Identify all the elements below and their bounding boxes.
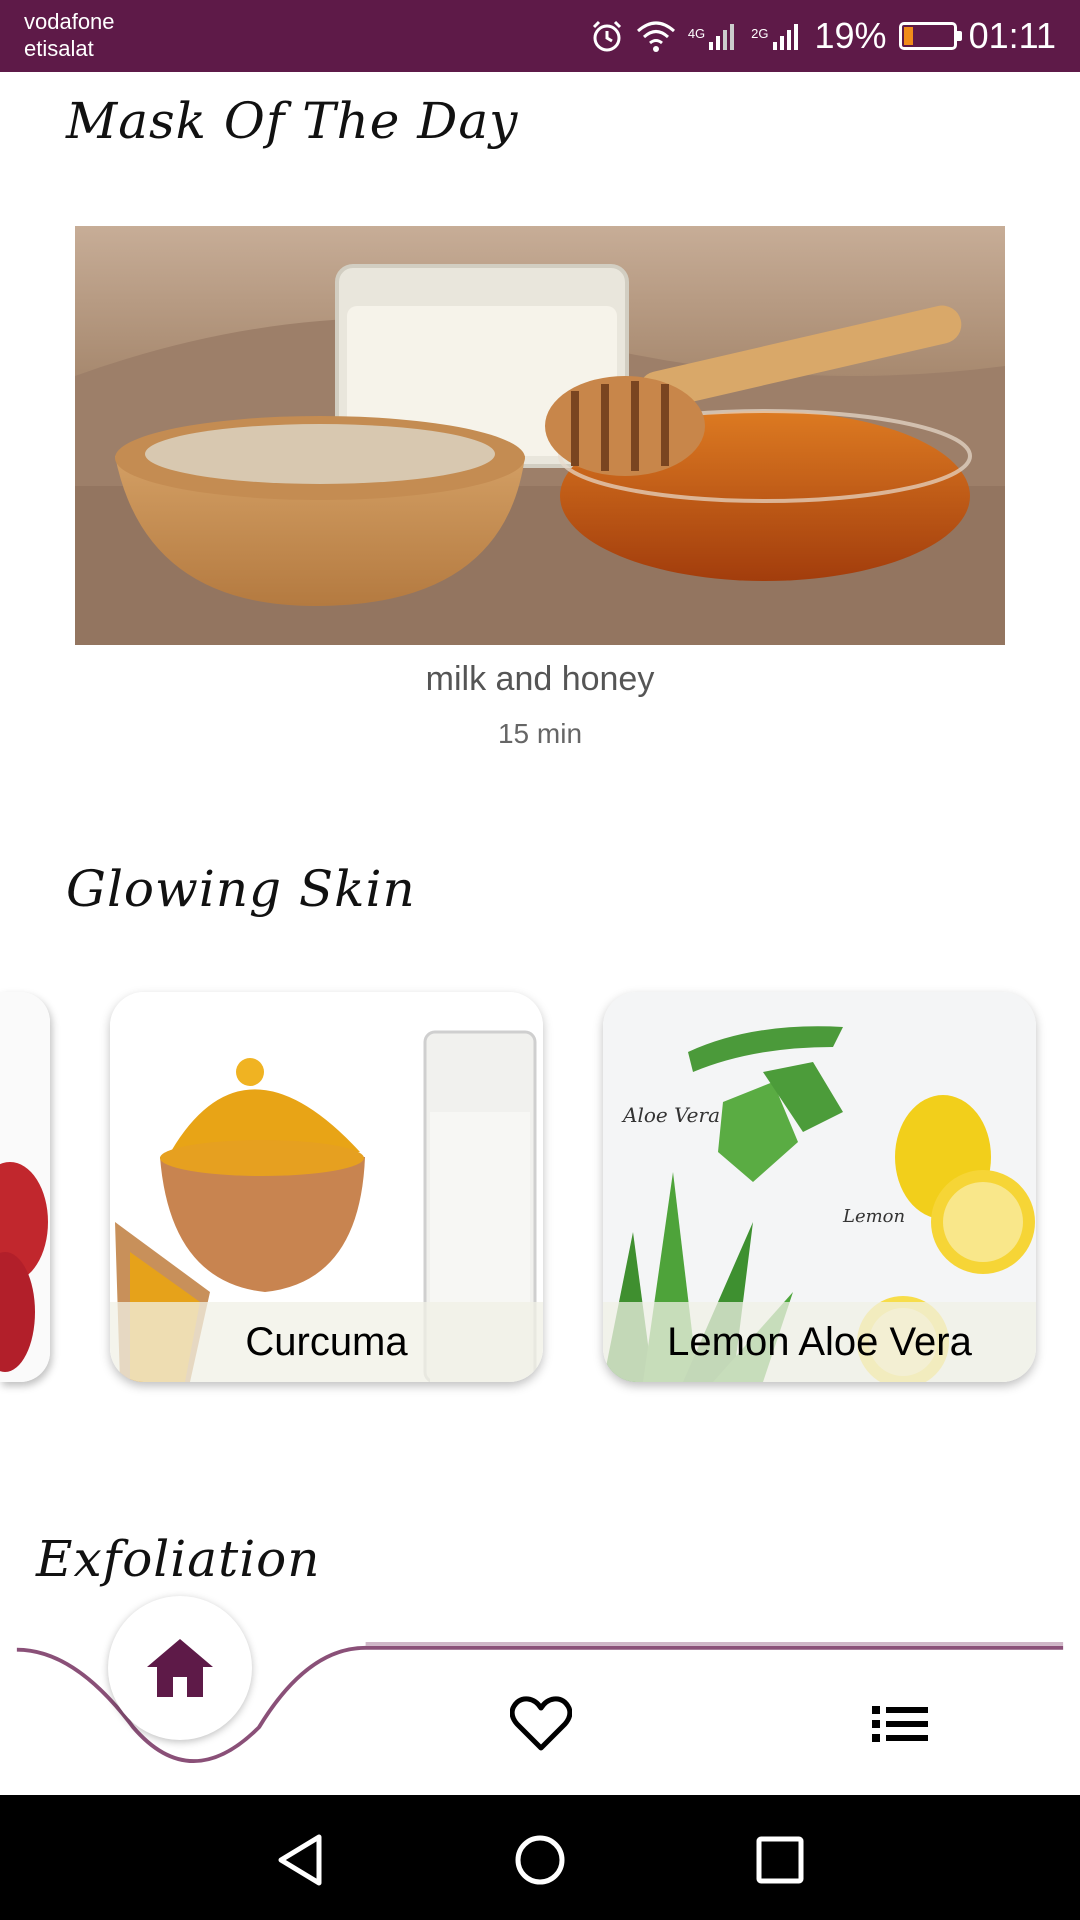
section-title-mask-of-day: Mask Of The Day [66, 92, 519, 150]
battery-icon [898, 22, 962, 50]
network-type-2: 2G [751, 26, 769, 41]
card-lemon-aloe-vera[interactable]: Aloe Vera Lemon Lemon Aloe Vera [603, 992, 1036, 1382]
section-title-glowing-skin: Glowing Skin [66, 860, 416, 918]
clock: 01:11 [968, 15, 1056, 56]
milk-honey-illustration [75, 226, 1005, 645]
partial-card-apple[interactable] [0, 992, 50, 1382]
signal-icon-1 [709, 24, 735, 50]
wifi-icon [636, 21, 675, 52]
list-button[interactable] [872, 1704, 928, 1744]
mask-of-day-image[interactable] [75, 226, 1005, 645]
battery-level [903, 27, 913, 45]
aloe-vera-handwritten-label: Aloe Vera [621, 1103, 720, 1127]
status-bar: vodafone etisalat 4G 2G 19% 01:11 [0, 0, 1080, 72]
carrier-info: vodafone etisalat [24, 8, 115, 62]
network-type-1: 4G [687, 26, 706, 41]
card-label: Lemon Aloe Vera [603, 1302, 1036, 1382]
home-button[interactable] [108, 1596, 252, 1740]
recents-button[interactable] [750, 1830, 810, 1890]
alarm-icon [592, 20, 621, 52]
mask-duration: 15 min [497, 718, 583, 749]
section-title-exfoliation: Exfoliation [36, 1530, 321, 1588]
home-circle-icon [515, 1835, 565, 1885]
signal-icon-2 [772, 24, 798, 50]
system-home-button[interactable] [510, 1830, 570, 1890]
back-icon [278, 1834, 322, 1886]
recents-icon [756, 1836, 804, 1884]
list-icon [872, 1706, 928, 1742]
heart-icon [509, 1696, 573, 1751]
status-icons: 4G 2G 19% 01:11 [590, 0, 1056, 72]
back-button[interactable] [270, 1830, 330, 1890]
carrier-name-2: etisalat [24, 36, 94, 61]
favorites-button[interactable] [509, 1696, 573, 1752]
apple-illustration [0, 992, 50, 1382]
lemon-handwritten-label: Lemon [842, 1206, 905, 1227]
carrier-name-1: vodafone [24, 9, 115, 34]
battery-percent: 19% [814, 15, 887, 56]
card-label: Curcuma [110, 1302, 543, 1382]
home-icon [147, 1639, 213, 1697]
card-curcuma[interactable]: Curcuma [110, 992, 543, 1382]
mask-name: milk and honey [425, 660, 655, 698]
